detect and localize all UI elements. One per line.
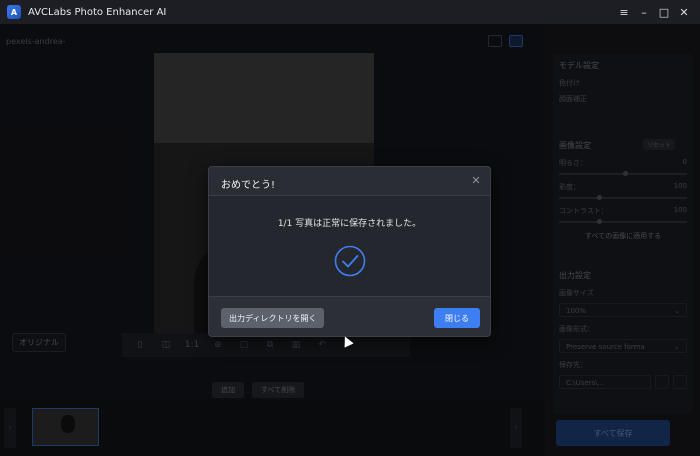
menu-icon[interactable]: ≡: [614, 0, 634, 24]
app-title: AVCLabs Photo Enhancer AI: [28, 6, 167, 18]
window-controls: ≡ – □ ✕: [614, 0, 694, 24]
close-dialog-button[interactable]: 閉じる: [434, 308, 480, 328]
dialog-header: おめでとう! ✕: [209, 167, 490, 196]
close-window-button[interactable]: ✕: [674, 0, 694, 24]
app-window: A AVCLabs Photo Enhancer AI ≡ – □ ✕ pexe…: [0, 0, 700, 456]
dialog-footer: 出力ディレクトリを開く 閉じる: [209, 296, 490, 336]
minimize-button[interactable]: –: [634, 0, 654, 24]
title-bar: A AVCLabs Photo Enhancer AI ≡ – □ ✕: [0, 0, 700, 24]
app-logo-icon: A: [7, 5, 21, 19]
save-success-dialog: おめでとう! ✕ 1/1 写真は正常に保存されました。 出力ディレクトリを開く …: [208, 166, 491, 337]
maximize-button[interactable]: □: [654, 0, 674, 24]
dialog-title: おめでとう!: [221, 180, 276, 191]
dialog-message: 1/1 写真は正常に保存されました。: [277, 219, 422, 229]
open-output-directory-button[interactable]: 出力ディレクトリを開く: [221, 308, 325, 328]
check-circle-icon: [334, 245, 366, 277]
close-icon[interactable]: ✕: [469, 173, 483, 187]
dialog-body: 1/1 写真は正常に保存されました。: [209, 196, 490, 296]
